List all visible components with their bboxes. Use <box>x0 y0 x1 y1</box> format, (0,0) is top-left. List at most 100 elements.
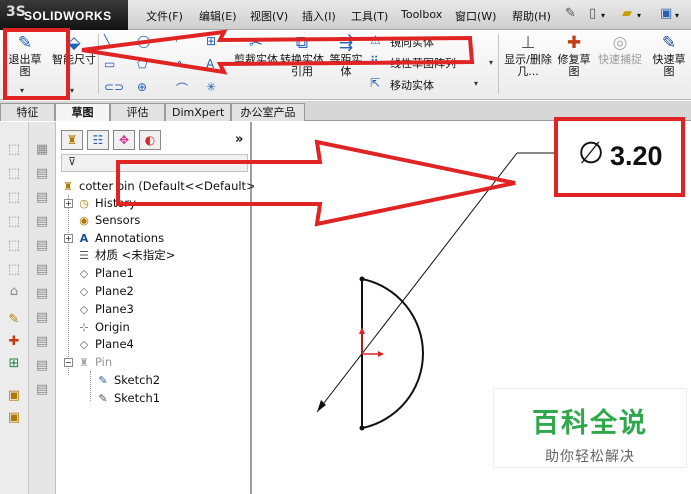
mirror-label[interactable]: 镜向实体 <box>390 34 434 50</box>
view-cube-icon[interactable]: ⬚ <box>5 262 23 278</box>
tree-item-sketch1[interactable]: ✎ Sketch1 <box>95 390 160 407</box>
expand-tabs-icon[interactable]: » <box>235 132 243 147</box>
block-tool-icon[interactable]: ▣ <box>5 388 23 404</box>
block-tool-icon[interactable]: ▣ <box>5 410 23 426</box>
expand-annotations-icon[interactable]: + <box>64 234 73 243</box>
layer-icon[interactable]: ▤ <box>33 214 51 230</box>
linear-pattern-icon[interactable]: ⠿ <box>370 54 379 68</box>
tree-item-sketch2[interactable]: ✎ Sketch2 <box>95 372 160 389</box>
view-cube-icon[interactable]: ⬚ <box>5 190 23 206</box>
tab-evaluate[interactable]: 评估 <box>110 103 165 121</box>
open-folder-icon[interactable]: ▰ <box>622 6 632 21</box>
view-cube-icon[interactable]: ⬚ <box>5 142 23 158</box>
tree-item-plane1[interactable]: ◇ Plane1 <box>76 265 134 282</box>
menu-view[interactable]: 视图(V) <box>250 8 288 24</box>
layer-icon[interactable]: ▤ <box>33 166 51 182</box>
tree-item-history[interactable]: ◷ History <box>76 195 136 212</box>
arc-tool-icon[interactable]: ◜ <box>176 34 181 48</box>
save-dropdown-icon[interactable]: ▾ <box>675 11 679 20</box>
tree-item-origin[interactable]: ⊹ Origin <box>76 319 129 336</box>
tree-item-sensors[interactable]: ◉ Sensors <box>76 212 140 229</box>
new-document-icon[interactable]: ▯ <box>589 6 596 21</box>
sketch-tool-icon[interactable]: ✎ <box>5 312 23 328</box>
text-tool-icon[interactable]: A <box>206 57 214 71</box>
slot-tool-icon[interactable]: ⊂⊃ <box>104 80 124 94</box>
tree-root[interactable]: ♜ cotter pin (Default<<Default> <box>60 178 256 195</box>
collapse-pin-icon[interactable]: − <box>64 358 73 367</box>
tree-item-plane4[interactable]: ◇ Plane4 <box>76 336 134 353</box>
tree-item-pin[interactable]: ♜ Pin <box>76 354 112 371</box>
convert-entities-button[interactable]: ⧉ 转换实体引用 <box>280 32 324 96</box>
expand-history-icon[interactable]: + <box>64 199 73 208</box>
point-tool-icon[interactable]: ⊕ <box>137 80 147 94</box>
layer-icon[interactable]: ▤ <box>33 238 51 254</box>
sketch-point-icon[interactable]: ✳ <box>206 80 216 94</box>
tab-office-products[interactable]: 办公室产品 <box>231 103 305 121</box>
pin-menu-icon[interactable]: ✎ <box>565 6 576 21</box>
polygon-tool-icon[interactable]: ⬠ <box>137 57 147 71</box>
linear-pattern-label[interactable]: 线性草图阵列 <box>390 55 456 71</box>
menu-insert[interactable]: 插入(I) <box>302 8 336 24</box>
tree-item-material[interactable]: ☰ 材质 <未指定> <box>76 247 175 264</box>
offset-entities-button[interactable]: ⇶ 等距实体 <box>326 32 366 96</box>
tab-features[interactable]: 特征 <box>0 103 55 121</box>
grid-icon[interactable]: ▦ <box>33 142 51 158</box>
tab-dimxpert[interactable]: DimXpert <box>165 103 231 121</box>
menu-toolbox[interactable]: Toolbox <box>401 8 442 21</box>
trim-entities-button[interactable]: ✂ 剪裁实体 <box>234 32 278 96</box>
repair-icon: ✚ <box>566 33 582 53</box>
tree-item-plane3[interactable]: ◇ Plane3 <box>76 301 134 318</box>
feature-filter-bar[interactable]: ⊽ <box>61 154 248 172</box>
spline-tool-icon[interactable]: ∿ <box>176 57 186 71</box>
dimension-leader[interactable] <box>316 152 518 413</box>
save-icon[interactable]: ▣ <box>660 6 672 21</box>
layer-icon[interactable]: ▤ <box>33 286 51 302</box>
menu-window[interactable]: 窗口(W) <box>455 8 496 24</box>
view-cube-icon[interactable]: ⬚ <box>5 166 23 182</box>
view-cube-icon[interactable]: ⬚ <box>5 238 23 254</box>
open-dropdown-icon[interactable]: ▾ <box>637 11 641 20</box>
centerline-tool-icon[interactable]: ⊞ <box>206 34 216 48</box>
line-tool-icon[interactable]: ╲ <box>104 34 111 48</box>
tree-item-plane2[interactable]: ◇ Plane2 <box>76 283 134 300</box>
ribbon-separator <box>98 34 99 94</box>
tab-sketch[interactable]: 草图 <box>55 103 110 121</box>
smart-dimension-dropdown-icon[interactable]: ▾ <box>70 86 74 95</box>
display-manager-tab-icon[interactable]: ◐ <box>139 130 161 150</box>
feature-tree-tab-icon[interactable]: ♜ <box>61 130 83 150</box>
menu-edit[interactable]: 编辑(E) <box>199 8 237 24</box>
layer-icon[interactable]: ▤ <box>33 382 51 398</box>
layer-icon[interactable]: ▤ <box>33 334 51 350</box>
view-cube-icon[interactable]: ⬚ <box>5 214 23 230</box>
view-shape-icon[interactable]: ⌂ <box>5 284 23 300</box>
show-delete-relations-button[interactable]: ⊥ 显示/删除几... <box>503 32 553 96</box>
new-dropdown-icon[interactable]: ▾ <box>601 11 605 20</box>
pattern-dropdown-icon[interactable]: ▾ <box>489 58 493 67</box>
quick-snaps-button[interactable]: ◎ 快速捕捉 <box>598 32 642 96</box>
menu-file[interactable]: 文件(F) <box>146 8 183 24</box>
config-manager-tab-icon[interactable]: ✥ <box>113 130 135 150</box>
circle-tool-icon[interactable]: ◯ <box>137 34 150 48</box>
tree-item-annotations[interactable]: A Annotations <box>76 230 164 247</box>
move-entities-icon[interactable]: ⇱ <box>370 76 380 90</box>
rapid-sketch-button[interactable]: ✎ 快速草图 <box>648 32 690 96</box>
property-manager-tab-icon[interactable]: ☷ <box>87 130 109 150</box>
repair-sketch-button[interactable]: ✚ 修复草图 <box>554 32 594 96</box>
layer-icon[interactable]: ▤ <box>33 262 51 278</box>
solidworks-logo[interactable]: 3S SOLIDWORKS <box>0 0 128 30</box>
fillet-tool-icon[interactable]: ⌒ <box>176 80 188 97</box>
layer-icon[interactable]: ▤ <box>33 310 51 326</box>
layer-icon[interactable]: ▤ <box>33 190 51 206</box>
menu-tools[interactable]: 工具(T) <box>351 8 388 24</box>
sketch-endpoint[interactable] <box>359 425 365 431</box>
relations-tool-icon[interactable]: ⊞ <box>5 356 23 372</box>
rectangle-tool-icon[interactable]: ▭ <box>104 57 115 71</box>
move-entities-label[interactable]: 移动实体 <box>390 77 434 93</box>
menu-help[interactable]: 帮助(H) <box>512 8 551 24</box>
layer-icon[interactable]: ▤ <box>33 358 51 374</box>
repair-tool-icon[interactable]: ✚ <box>5 334 23 350</box>
move-dropdown-icon[interactable]: ▾ <box>474 79 478 88</box>
mirror-icon[interactable]: ⚠ <box>370 33 381 47</box>
tree-root-label: cotter pin (Default<<Default> <box>79 179 256 193</box>
sketch-endpoint[interactable] <box>359 276 365 282</box>
